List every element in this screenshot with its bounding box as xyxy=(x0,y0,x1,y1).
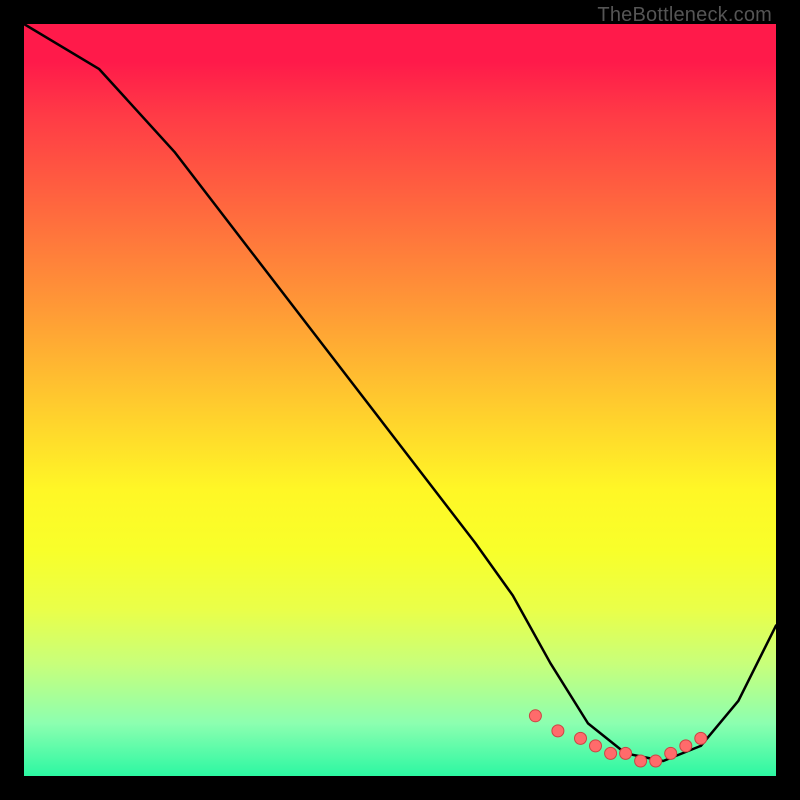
attribution-text: TheBottleneck.com xyxy=(597,4,772,27)
background-gradient xyxy=(24,24,776,776)
chart-frame xyxy=(24,24,776,776)
plot-area xyxy=(24,24,776,776)
